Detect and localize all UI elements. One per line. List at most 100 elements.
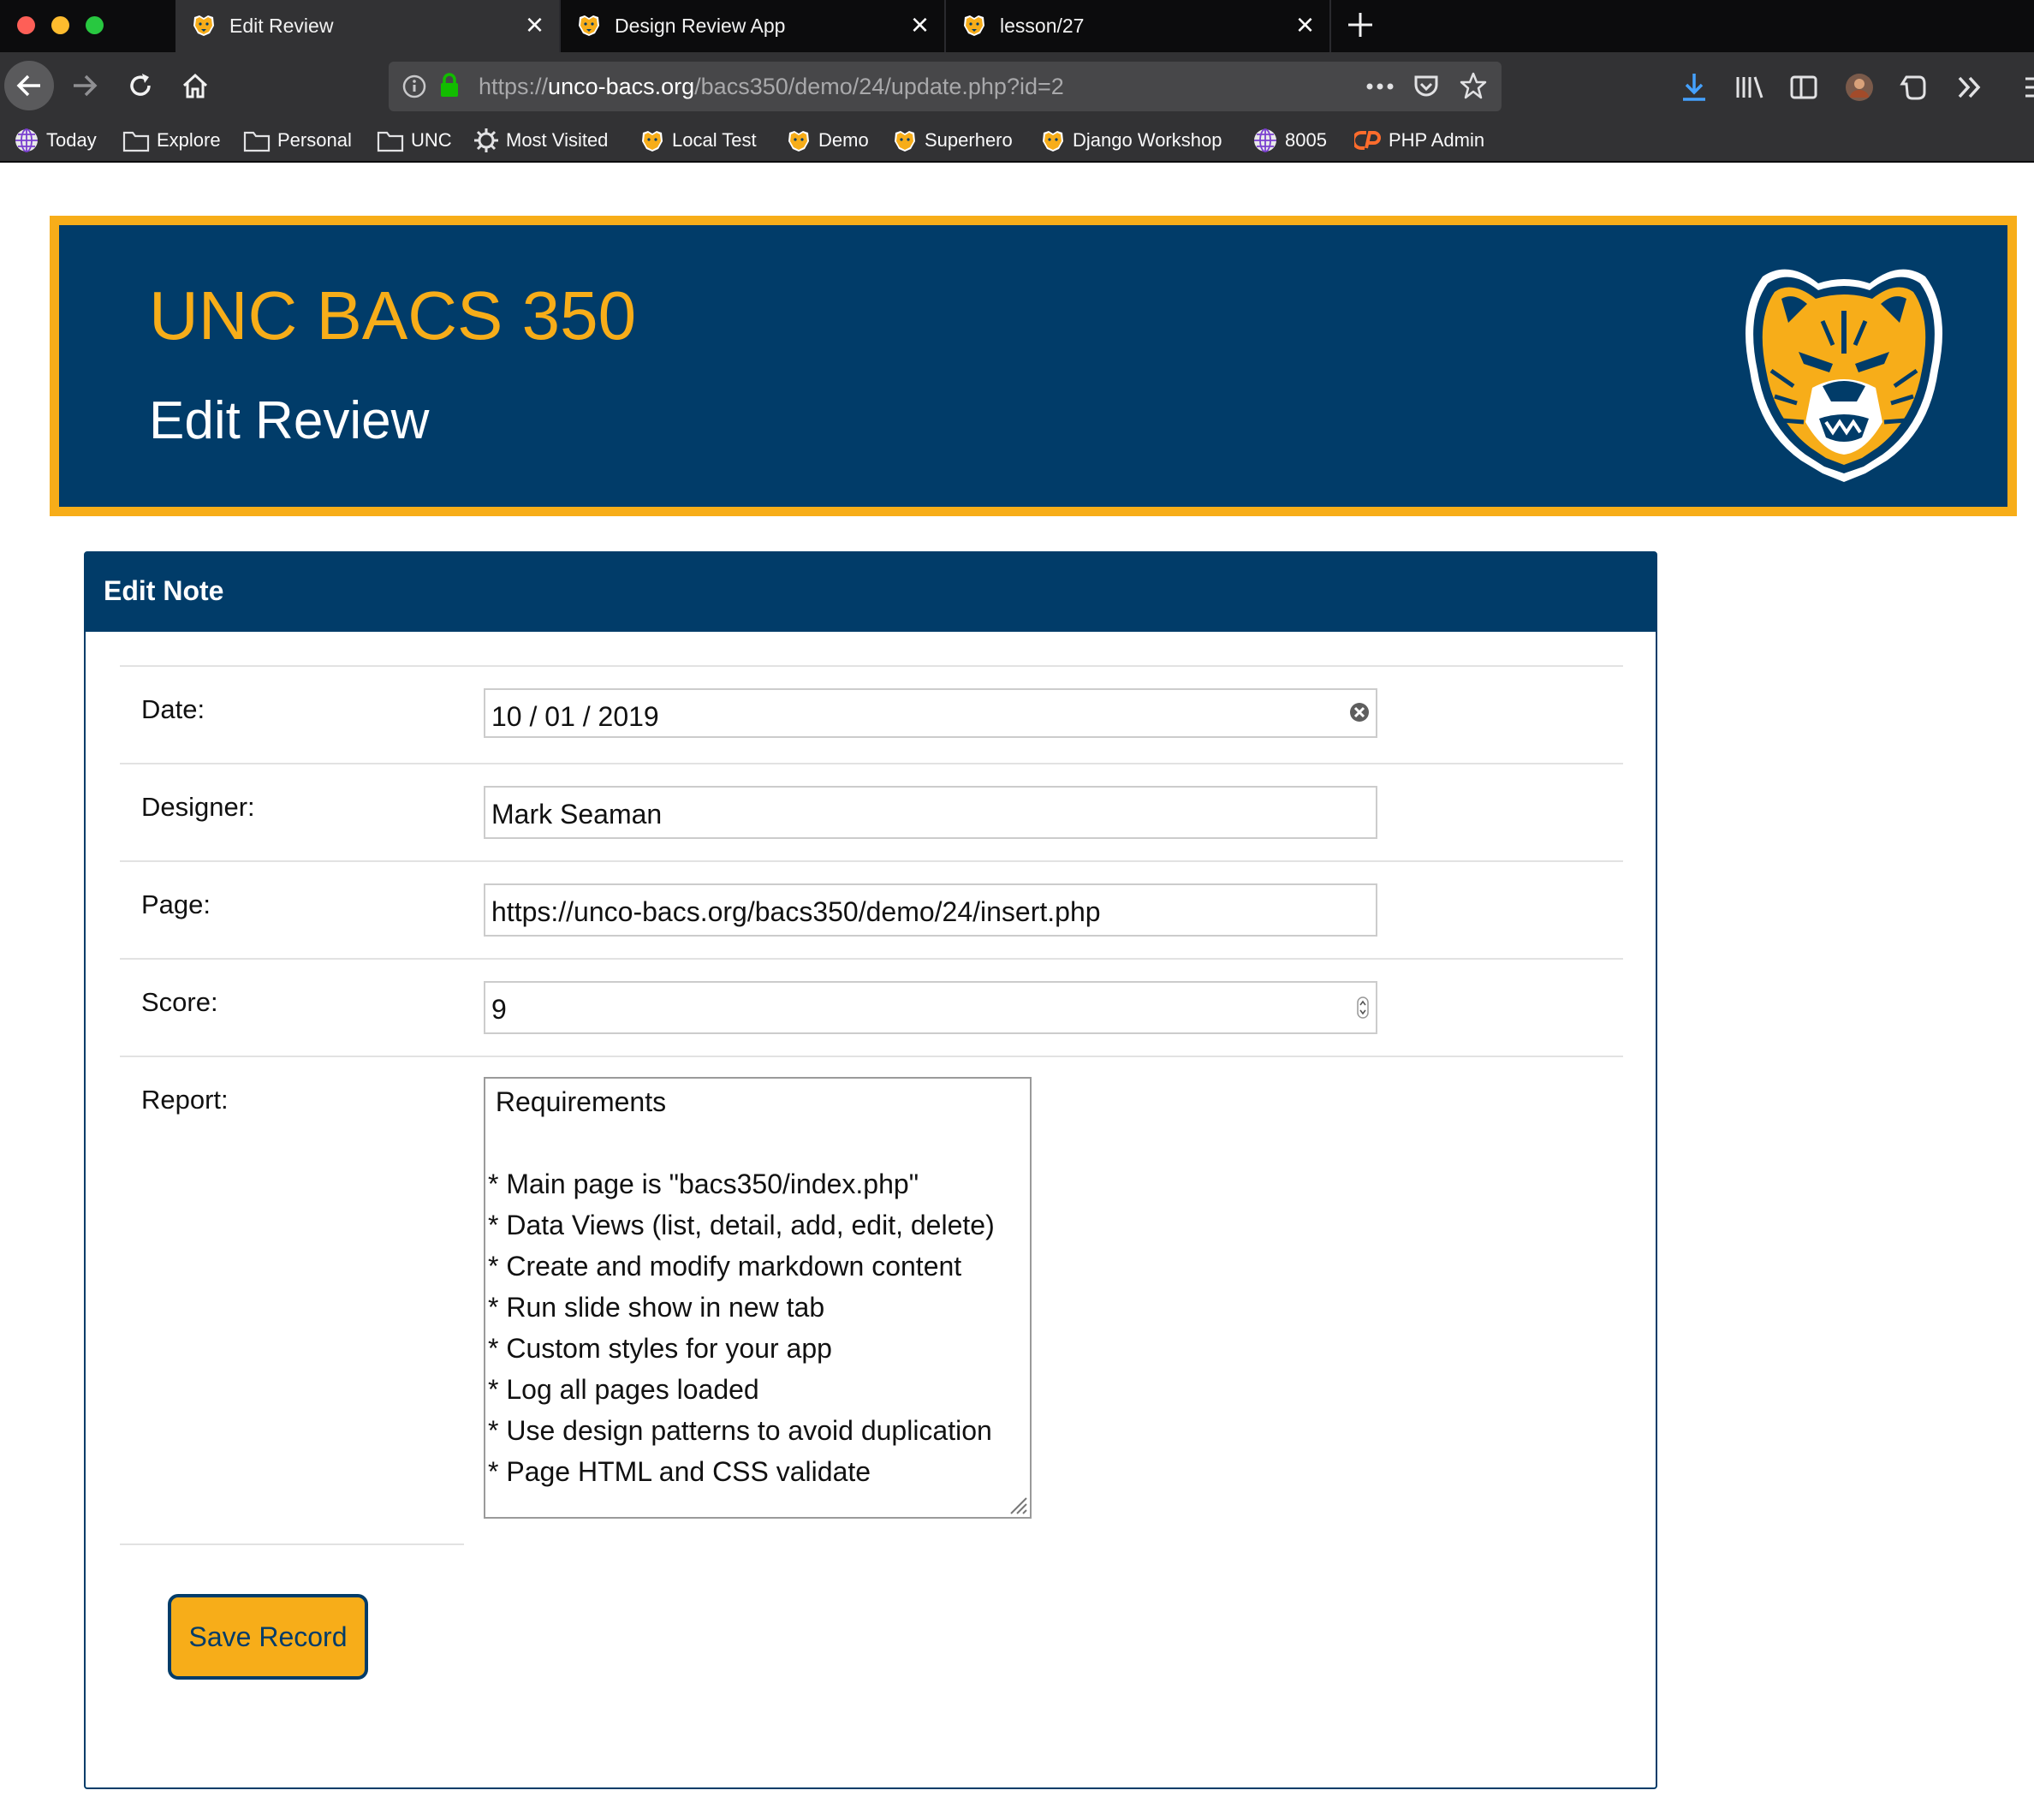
tab-close-icon[interactable]: × bbox=[526, 9, 544, 40]
report-line: * Create and modify markdown content bbox=[488, 1251, 962, 1282]
bookmark-label: Superhero bbox=[925, 129, 1013, 151]
browser-tab-lesson-27[interactable]: lesson/27 × bbox=[946, 0, 1329, 52]
bookmark-label: 8005 bbox=[1285, 129, 1327, 151]
row-divider bbox=[120, 958, 1623, 960]
report-line: Requirements bbox=[488, 1086, 667, 1117]
url-text: https://unco-bacs.org/bacs350/demo/24/up… bbox=[479, 74, 1064, 100]
secure-lock-icon[interactable] bbox=[438, 73, 461, 98]
address-bar[interactable]: https://unco-bacs.org/bacs350/demo/24/up… bbox=[389, 62, 1502, 111]
bear-favicon-icon bbox=[642, 131, 663, 152]
bookmark-label: Today bbox=[46, 129, 97, 151]
score-input[interactable]: 9 bbox=[484, 981, 1377, 1034]
globe-icon bbox=[15, 128, 38, 152]
bookmark-label: Django Workshop bbox=[1073, 129, 1222, 151]
site-title: UNC BACS 350 bbox=[149, 277, 637, 354]
library-icon[interactable] bbox=[1734, 74, 1765, 101]
browser-tab-edit-review[interactable]: Edit Review × bbox=[175, 0, 559, 52]
row-divider bbox=[120, 1543, 464, 1545]
evernote-extension-icon[interactable] bbox=[1899, 72, 1930, 103]
bookmark-demo[interactable]: Demo bbox=[786, 128, 869, 153]
gear-icon bbox=[474, 128, 498, 152]
home-button[interactable] bbox=[170, 61, 220, 110]
date-value: 10 / 01 / 2019 bbox=[491, 701, 659, 732]
pocket-icon[interactable] bbox=[1412, 73, 1440, 100]
forward-arrow-icon bbox=[74, 74, 98, 97]
bookmark-django-workshop[interactable]: Django Workshop bbox=[1040, 128, 1222, 153]
menu-icon[interactable] bbox=[2022, 74, 2034, 101]
page-url-input[interactable]: https://unco-bacs.org/bacs350/demo/24/in… bbox=[484, 883, 1377, 937]
report-textarea[interactable]: Requirements * Main page is "bacs350/ind… bbox=[484, 1077, 1032, 1519]
sidebar-icon[interactable] bbox=[1789, 74, 1818, 101]
clear-date-icon[interactable] bbox=[1347, 700, 1371, 724]
bookmark-today[interactable]: Today bbox=[14, 128, 97, 153]
row-divider bbox=[120, 665, 1623, 667]
report-line: * Use design patterns to avoid duplicati… bbox=[488, 1415, 992, 1446]
report-line: * Custom styles for your app bbox=[488, 1333, 832, 1364]
bookmark-most-visited[interactable]: Most Visited bbox=[473, 128, 608, 153]
report-line: * Log all pages loaded bbox=[488, 1374, 759, 1405]
bookmark-star-icon[interactable] bbox=[1459, 71, 1488, 100]
bookmark-label: Most Visited bbox=[506, 129, 609, 151]
resize-handle-icon[interactable] bbox=[1006, 1493, 1028, 1515]
row-divider bbox=[120, 763, 1623, 764]
date-label: Date: bbox=[141, 694, 205, 724]
row-divider bbox=[120, 860, 1623, 862]
bookmark-personal[interactable]: Personal bbox=[243, 128, 352, 153]
url-domain: unco-bacs.org bbox=[548, 74, 695, 99]
page-label: Page: bbox=[141, 889, 211, 919]
account-avatar-icon[interactable] bbox=[1844, 72, 1875, 103]
window-zoom-icon[interactable] bbox=[86, 16, 104, 34]
bookmark-8005[interactable]: 8005 bbox=[1252, 128, 1327, 153]
url-prefix: https:// bbox=[479, 74, 549, 99]
designer-input[interactable]: Mark Seaman bbox=[484, 786, 1377, 839]
new-tab-plus-icon[interactable] bbox=[1346, 10, 1375, 39]
info-icon[interactable] bbox=[402, 74, 426, 98]
report-label: Report: bbox=[141, 1085, 229, 1115]
downloads-icon[interactable] bbox=[1680, 72, 1709, 103]
bookmarks-toolbar: Today Explore Personal UNC Most Visited … bbox=[0, 121, 2034, 163]
date-input[interactable]: 10 / 01 / 2019 bbox=[484, 688, 1377, 738]
tab-close-icon[interactable]: × bbox=[911, 9, 929, 40]
page-actions-icon[interactable] bbox=[1365, 80, 1395, 92]
bookmark-label: Local Test bbox=[672, 129, 757, 151]
page-title: Edit Review bbox=[149, 391, 430, 450]
browser-tab-design-review-app[interactable]: Design Review App × bbox=[561, 0, 944, 52]
save-record-button[interactable]: Save Record bbox=[168, 1594, 368, 1680]
row-divider bbox=[120, 1056, 1623, 1057]
bookmark-unc[interactable]: UNC bbox=[377, 128, 452, 153]
reload-button[interactable] bbox=[116, 61, 165, 110]
tab-title: Edit Review bbox=[229, 15, 334, 37]
tab-title: Design Review App bbox=[615, 15, 786, 37]
bear-favicon-icon bbox=[193, 15, 214, 36]
report-line: * Run slide show in new tab bbox=[488, 1292, 825, 1323]
designer-value: Mark Seaman bbox=[491, 799, 663, 830]
number-spinner-icon[interactable] bbox=[1357, 996, 1369, 1019]
report-line: * Data Views (list, detail, add, edit, d… bbox=[488, 1210, 995, 1240]
globe-icon bbox=[1254, 128, 1276, 152]
tab-title: lesson/27 bbox=[1000, 15, 1085, 37]
overflow-chevron-icon[interactable] bbox=[1955, 74, 1983, 101]
site-header-banner: UNC BACS 350 Edit Review bbox=[50, 216, 2017, 516]
window-minimize-icon[interactable] bbox=[51, 16, 69, 34]
back-button[interactable] bbox=[4, 61, 54, 110]
window-close-icon[interactable] bbox=[17, 16, 35, 34]
bookmark-local-test[interactable]: Local Test bbox=[639, 128, 757, 153]
score-value: 9 bbox=[491, 994, 507, 1025]
report-line: * Page HTML and CSS validate bbox=[488, 1456, 871, 1487]
folder-icon bbox=[122, 131, 150, 152]
bookmark-explore[interactable]: Explore bbox=[122, 128, 221, 153]
tab-close-icon[interactable]: × bbox=[1296, 9, 1314, 40]
report-line: * Main page is "bacs350/index.php" bbox=[488, 1169, 919, 1199]
card-header: Edit Note bbox=[86, 553, 1656, 632]
designer-label: Designer: bbox=[141, 792, 255, 822]
bear-favicon-icon bbox=[579, 15, 599, 36]
forward-button[interactable] bbox=[60, 61, 110, 110]
bear-favicon-icon bbox=[1043, 131, 1063, 152]
bear-favicon-icon bbox=[964, 15, 984, 36]
url-path: /bacs350/demo/24/update.php?id=2 bbox=[694, 74, 1064, 99]
score-label: Score: bbox=[141, 987, 218, 1017]
bookmark-superhero[interactable]: Superhero bbox=[892, 128, 1013, 153]
report-line bbox=[488, 1122, 1030, 1163]
browser-tab-strip: Edit Review × Design Review App × lesson… bbox=[0, 0, 2034, 52]
bookmark-php-admin[interactable]: PHP Admin bbox=[1354, 128, 1484, 153]
